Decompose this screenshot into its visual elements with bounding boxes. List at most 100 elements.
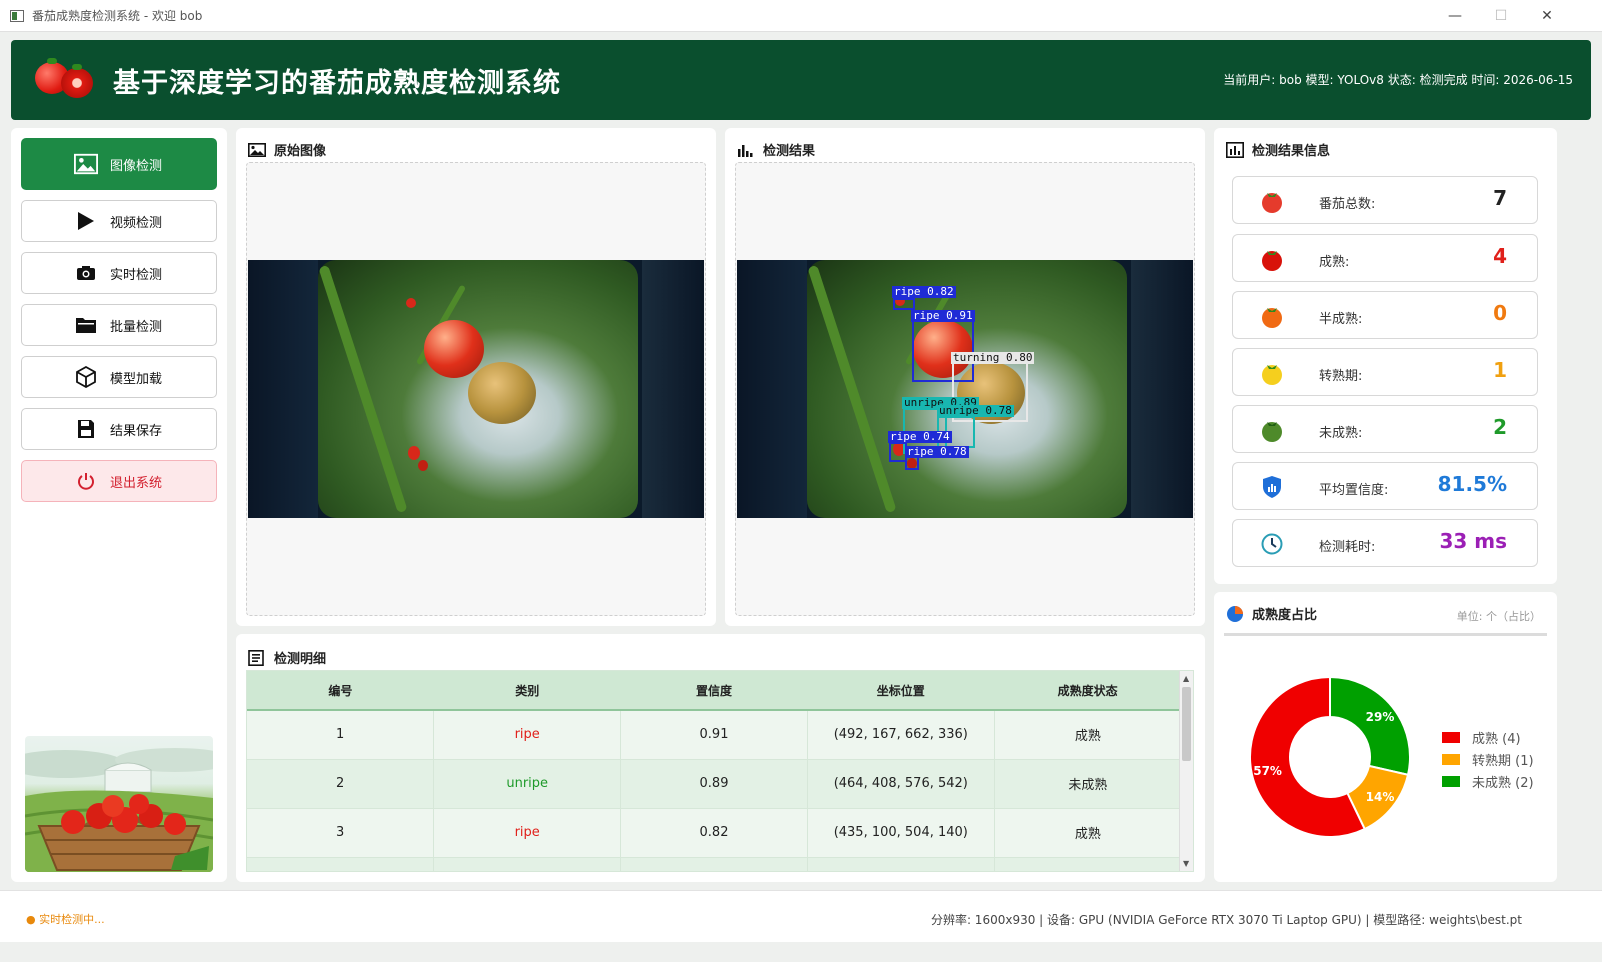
cell-class: unripe xyxy=(433,759,622,809)
details-table-scroll[interactable]: 编号 类别 置信度 坐标位置 成熟度状态 1 ripe 0.91 (492, 1… xyxy=(246,670,1194,872)
detection-result-panel: 检测结果 ripe 0.82 ripe 0.91 turning 0.80 un… xyxy=(725,128,1205,626)
model-load-button[interactable]: 模型加载 xyxy=(21,356,217,398)
stat-value: 81.5% xyxy=(1437,472,1507,496)
result-tomato-photo: ripe 0.82 ripe 0.91 turning 0.80 unripe … xyxy=(737,260,1193,518)
tomato-turning-icon xyxy=(1259,361,1285,385)
column-header[interactable]: 置信度 xyxy=(620,671,808,711)
scrollbar-thumb[interactable] xyxy=(1182,687,1191,761)
detection-label: ripe 0.78 xyxy=(905,445,969,458)
legend-swatch xyxy=(1442,732,1460,743)
scroll-up-icon[interactable]: ▲ xyxy=(1183,674,1189,683)
detection-info-title-text: 检测结果信息 xyxy=(1252,144,1331,159)
farm-basket-illustration xyxy=(25,736,213,872)
legend-label: 转熟期 (1) xyxy=(1472,754,1534,769)
legend-label: 成熟 (4) xyxy=(1472,732,1521,747)
details-table: 编号 类别 置信度 坐标位置 成熟度状态 1 ripe 0.91 (492, 1… xyxy=(247,671,1181,871)
detection-label: unripe 0.78 xyxy=(937,404,1014,417)
original-image-panel: 原始图像 xyxy=(236,128,716,626)
stat-label: 检测耗时: xyxy=(1319,540,1376,555)
nav-label: 批量检测 xyxy=(110,319,163,335)
stat-value: 7 xyxy=(1493,186,1507,210)
stat-value: 33 ms xyxy=(1439,529,1507,553)
cell-confidence: 0.89 xyxy=(620,759,808,809)
table-row[interactable]: 1 ripe 0.91 (492, 167, 662, 336) 成熟 xyxy=(247,710,1181,760)
cell-id: 1 xyxy=(247,710,435,760)
cell-state: 未成熟 xyxy=(994,759,1181,809)
scroll-down-icon[interactable]: ▼ xyxy=(1183,859,1189,868)
realtime-detect-button[interactable]: 实时检测 xyxy=(21,252,217,294)
original-tomato-photo xyxy=(248,260,704,518)
pie-slice-label: 57% xyxy=(1253,764,1282,778)
image-detect-button[interactable]: 图像检测 xyxy=(21,138,217,190)
cell-id: 3 xyxy=(247,808,435,858)
close-button[interactable]: ✕ xyxy=(1524,0,1570,32)
stat-label: 未成熟: xyxy=(1319,426,1363,441)
header-status-info: 当前用户: bob 模型: YOLOv8 状态: 检测完成 时间: 2026-0… xyxy=(1223,73,1573,87)
table-row[interactable]: 3 ripe 0.82 (435, 100, 504, 140) 成熟 xyxy=(247,808,1181,858)
nav-label: 实时检测 xyxy=(110,267,163,283)
pie-slice-label: 14% xyxy=(1366,790,1395,804)
app-icon xyxy=(10,9,24,22)
stat-label: 番茄总数: xyxy=(1319,197,1376,212)
window-title: 番茄成熟度检测系统 - 欢迎 bob xyxy=(32,9,203,23)
nav-label: 结果保存 xyxy=(110,423,163,439)
tomato-red-icon xyxy=(1259,189,1285,213)
detection-result-title: 检测结果 xyxy=(737,140,815,159)
detection-label: turning 0.80 xyxy=(951,351,1035,364)
legend-swatch xyxy=(1442,754,1460,765)
cell-state: 成熟 xyxy=(994,808,1181,858)
stat-turning: 转熟期: 1 xyxy=(1232,348,1538,396)
exit-system-button[interactable]: 退出系统 xyxy=(21,460,217,502)
nav-label: 图像检测 xyxy=(110,158,163,174)
cell-id: 2 xyxy=(247,759,435,809)
power-icon xyxy=(74,469,98,493)
detection-info-title: 检测结果信息 xyxy=(1226,140,1330,159)
column-header[interactable]: 类别 xyxy=(433,671,621,711)
stat-half-ripe: 半成熟: 0 xyxy=(1232,291,1538,339)
column-header[interactable]: 坐标位置 xyxy=(807,671,995,711)
cell-class: ripe xyxy=(433,710,622,760)
app-title: 基于深度学习的番茄成熟度检测系统 xyxy=(113,67,561,99)
detection-label: ripe 0.91 xyxy=(911,309,975,322)
picture-icon xyxy=(248,142,266,158)
stats-icon xyxy=(1226,141,1244,158)
nav-label: 退出系统 xyxy=(110,475,163,491)
stat-value: 2 xyxy=(1493,415,1507,439)
original-image-title: 原始图像 xyxy=(248,140,326,159)
batch-detect-button[interactable]: 批量检测 xyxy=(21,304,217,346)
bar-chart-icon xyxy=(737,142,755,158)
stat-total: 番茄总数: 7 xyxy=(1232,176,1538,224)
detection-details-title: 检测明细 xyxy=(248,648,326,667)
table-scrollbar[interactable]: ▲ ▼ xyxy=(1179,671,1193,871)
cell-box: (435, 100, 504, 140) xyxy=(807,808,995,858)
stat-value: 0 xyxy=(1493,301,1507,325)
legend-item-ripe: 成熟 (4) xyxy=(1442,728,1521,747)
maximize-button[interactable]: ☐ xyxy=(1478,0,1524,32)
stat-label: 平均置信度: xyxy=(1319,483,1389,498)
stat-ripe: 成熟: 4 xyxy=(1232,234,1538,282)
stat-avg-confidence: 平均置信度: 81.5% xyxy=(1232,462,1538,510)
live-status: ● 实时检测中... xyxy=(26,913,105,926)
stat-value: 1 xyxy=(1493,358,1507,382)
image-icon xyxy=(74,152,98,176)
save-results-button[interactable]: 结果保存 xyxy=(21,408,217,450)
original-image-frame xyxy=(246,162,706,616)
detection-details-title-text: 检测明细 xyxy=(274,652,327,667)
cell-class: ripe xyxy=(433,808,622,858)
table-row[interactable] xyxy=(247,857,1181,871)
cell-box: (492, 167, 662, 336) xyxy=(807,710,995,760)
legend-label: 未成熟 (2) xyxy=(1472,776,1534,791)
window-titlebar: 番茄成熟度检测系统 - 欢迎 bob — ☐ ✕ xyxy=(0,0,1602,32)
list-icon xyxy=(248,649,266,666)
pie-slice-2 xyxy=(1329,675,1411,776)
folder-icon xyxy=(74,313,98,337)
minimize-button[interactable]: — xyxy=(1432,0,1478,32)
legend-item-turning: 转熟期 (1) xyxy=(1442,750,1534,769)
video-detect-button[interactable]: 视频检测 xyxy=(21,200,217,242)
column-header[interactable]: 编号 xyxy=(247,671,434,711)
column-header[interactable]: 成熟度状态 xyxy=(994,671,1181,711)
detection-result-title-text: 检测结果 xyxy=(763,144,816,159)
pie-slice-label: 29% xyxy=(1366,710,1395,724)
table-row[interactable]: 2 unripe 0.89 (464, 408, 576, 542) 未成熟 xyxy=(247,759,1181,809)
original-image-title-text: 原始图像 xyxy=(274,144,327,159)
